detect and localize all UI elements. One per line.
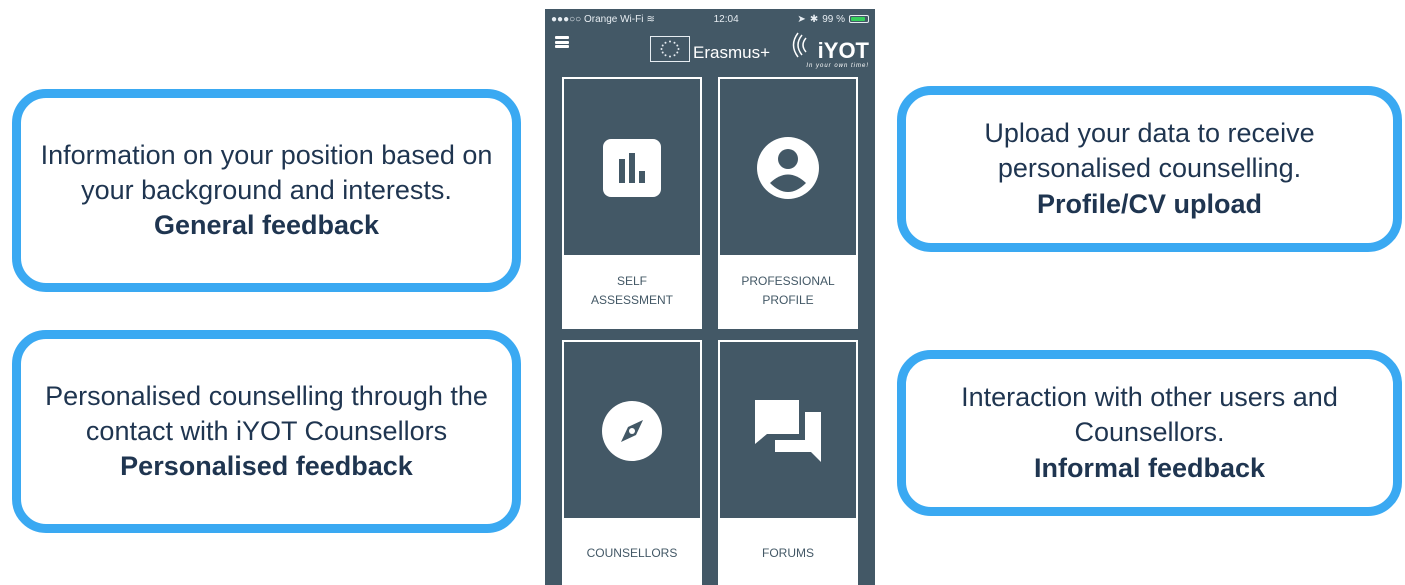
- tile-professional-profile[interactable]: PROFESSIONAL PROFILE: [718, 77, 858, 329]
- tile-self-assessment[interactable]: SELF ASSESSMENT: [562, 77, 702, 329]
- chat-bubbles-icon: [755, 400, 821, 462]
- brand-name: iYOT: [817, 38, 869, 63]
- erasmus-label: Erasmus+: [693, 43, 770, 62]
- tile-icon-area: [720, 79, 856, 257]
- tile-label: PROFESSIONAL PROFILE: [720, 255, 856, 327]
- status-right: ➤ ✱ 99 %: [797, 14, 869, 25]
- tile-label: COUNSELLORS: [564, 518, 700, 585]
- clock: 12:04: [713, 13, 739, 25]
- status-bar: ●●●○○ Orange Wi-Fi ≋ 12:04 ➤ ✱ 99 %: [545, 9, 875, 29]
- user-profile-icon: [757, 137, 819, 199]
- callout-title: Personalised feedback: [120, 451, 413, 482]
- location-icon: ➤: [797, 13, 806, 25]
- callout-general-feedback: Information on your position based on yo…: [12, 89, 521, 292]
- tile-icon-area: [564, 79, 700, 257]
- tile-label: SELF ASSESSMENT: [564, 255, 700, 327]
- callout-title: Informal feedback: [1033, 452, 1266, 483]
- tile-counsellors[interactable]: COUNSELLORS: [562, 340, 702, 585]
- menu-icon[interactable]: [555, 36, 569, 48]
- callout-text: Personalised counselling through the con…: [45, 380, 488, 446]
- wifi-icon: ≋: [646, 13, 655, 25]
- tile-label: FORUMS: [720, 518, 856, 585]
- phone-screen: ●●●○○ Orange Wi-Fi ≋ 12:04 ➤ ✱ 99 % Eras…: [545, 9, 875, 585]
- eu-flag-icon: [650, 36, 690, 62]
- battery-label: 99 %: [822, 13, 845, 25]
- brand-tagline: In your own time!: [806, 63, 869, 69]
- callout-text: Interaction with other users and Counsel…: [961, 382, 1338, 448]
- bar-chart-icon: [603, 139, 661, 197]
- app-header: Erasmus+ iYOT In your own time!: [545, 29, 875, 77]
- callout-profile-upload: Upload your data to receive personalised…: [897, 86, 1402, 252]
- callout-text: Information on your position based on yo…: [40, 139, 493, 205]
- signal-waves-icon: [792, 32, 807, 58]
- iyot-logo: iYOT In your own time!: [790, 32, 872, 72]
- callout-personalised-feedback: Personalised counselling through the con…: [12, 330, 521, 533]
- callout-title: Profile/CV upload: [1036, 188, 1263, 219]
- tile-forums[interactable]: FORUMS: [718, 340, 858, 585]
- tile-icon-area: [720, 342, 856, 520]
- status-left: ●●●○○ Orange Wi-Fi ≋: [551, 14, 655, 25]
- bluetooth-icon: ✱: [809, 13, 819, 25]
- compass-icon: [602, 401, 662, 461]
- battery-icon: [849, 15, 869, 23]
- tile-icon-area: [564, 342, 700, 520]
- callout-text: Upload your data to receive personalised…: [984, 118, 1315, 184]
- callout-informal-feedback: Interaction with other users and Counsel…: [897, 350, 1402, 516]
- callout-title: General feedback: [153, 210, 380, 241]
- carrier-label: ●●●○○ Orange Wi-Fi: [551, 13, 644, 25]
